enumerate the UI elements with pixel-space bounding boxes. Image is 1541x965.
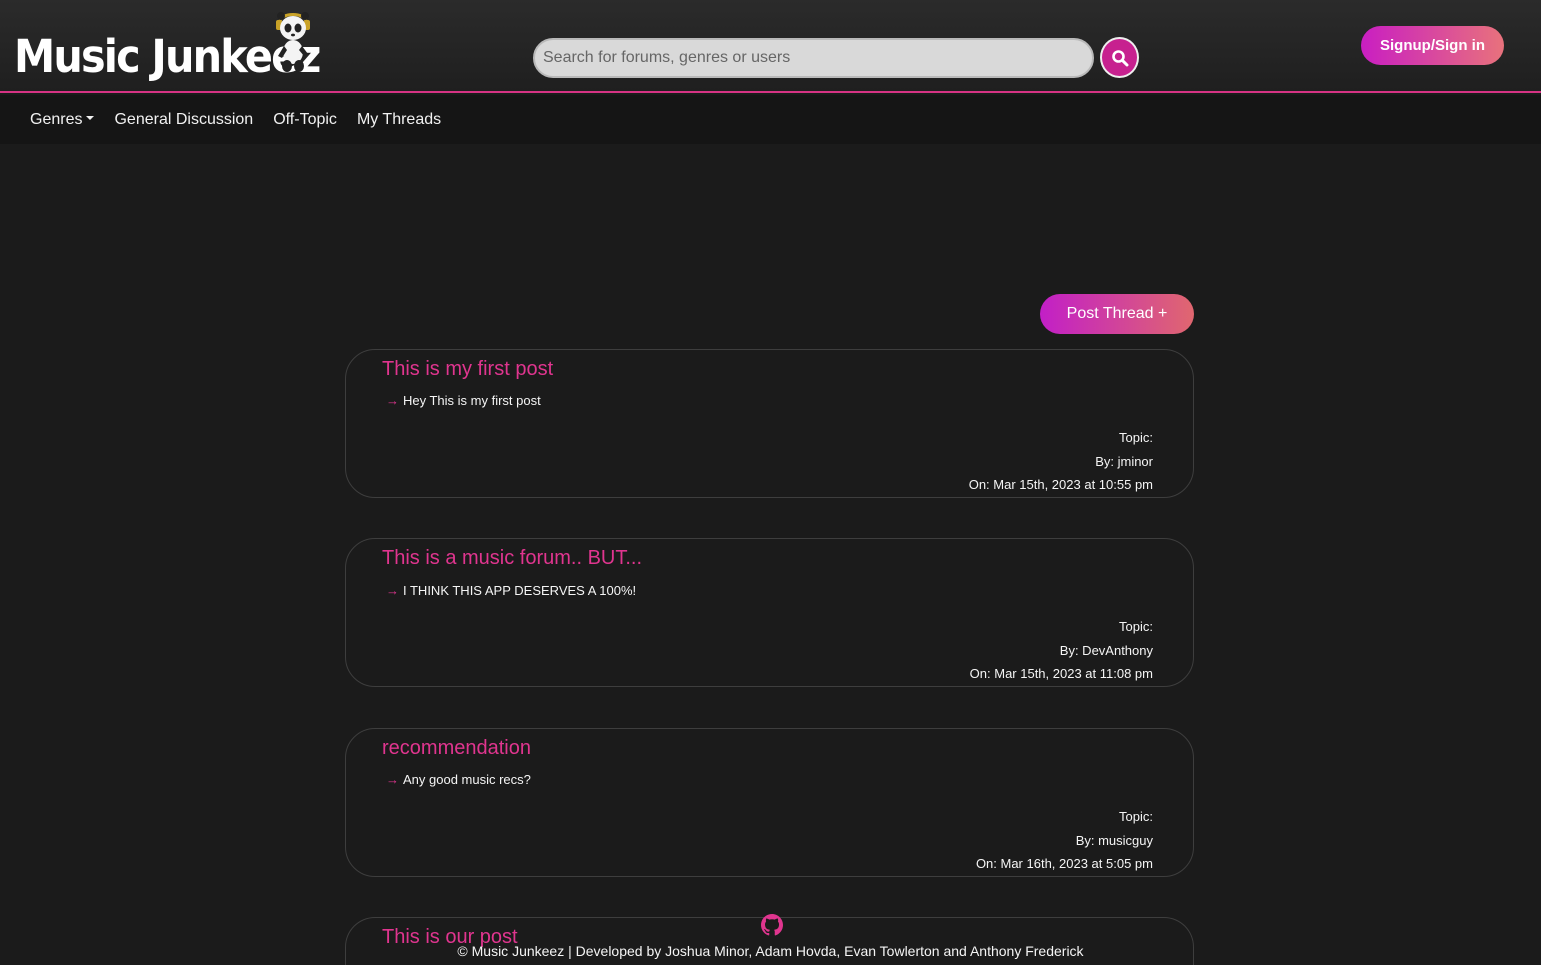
nav-off-topic[interactable]: Off-Topic — [273, 111, 337, 129]
site-header: Music Junkeez Signup/Sign in — [0, 0, 1541, 93]
thread-card[interactable]: This is a music forum.. BUT... → I THINK… — [345, 538, 1194, 687]
thread-meta: Topic: By: jminor On: Mar 15th, 2023 at … — [969, 426, 1153, 497]
arrow-right-icon: → — [386, 583, 399, 598]
arrow-right-icon: → — [386, 393, 399, 408]
thread-preview: → I THINK THIS APP DESERVES A 100%! — [386, 583, 636, 598]
thread-author: By: jminor — [1095, 453, 1153, 469]
search-icon — [1111, 49, 1128, 66]
nav-genres-label: Genres — [30, 110, 83, 128]
search-button[interactable] — [1100, 37, 1139, 78]
thread-topic: Topic: — [1119, 809, 1153, 824]
post-thread-button[interactable]: Post Thread + — [1040, 294, 1194, 334]
thread-date: On: Mar 15th, 2023 at 10:55 pm — [968, 477, 1153, 492]
thread-author: By: musicguy — [1075, 832, 1153, 848]
github-icon[interactable] — [761, 914, 783, 936]
thread-meta: Topic: By: musicguy On: Mar 16th, 2023 a… — [976, 805, 1153, 876]
thread-preview: → Hey This is my first post — [386, 393, 541, 408]
thread-card[interactable]: recommendation → Any good music recs? To… — [345, 728, 1194, 877]
thread-topic: Topic: — [1119, 430, 1153, 445]
thread-title[interactable]: This is a music forum.. BUT... — [382, 547, 642, 570]
nav-my-threads[interactable]: My Threads — [357, 111, 441, 129]
thread-date: On: Mar 15th, 2023 at 11:08 pm — [969, 666, 1153, 681]
thread-title[interactable]: recommendation — [382, 737, 531, 760]
search-bar — [533, 38, 1094, 78]
thread-meta: Topic: By: DevAnthony On: Mar 15th, 2023… — [970, 615, 1153, 686]
nav-genres-dropdown[interactable]: Genres — [30, 110, 95, 129]
site-logo[interactable]: Music Junkeez — [14, 8, 346, 88]
panda-logo-icon — [276, 12, 310, 72]
thread-card[interactable]: This is my first post → Hey This is my f… — [345, 349, 1194, 498]
thread-title[interactable]: This is my first post — [382, 358, 553, 381]
site-footer: © Music Junkeez | Developed by Joshua Mi… — [0, 914, 1541, 965]
thread-preview-text: I THINK THIS APP DESERVES A 100%! — [403, 583, 637, 598]
thread-topic: Topic: — [1119, 619, 1153, 634]
nav-general-discussion[interactable]: General Discussion — [114, 111, 253, 129]
signin-button[interactable]: Signup/Sign in — [1361, 26, 1504, 65]
arrow-right-icon: → — [386, 772, 399, 787]
thread-date: On: Mar 16th, 2023 at 5:05 pm — [975, 856, 1153, 871]
thread-author: By: DevAnthony — [1059, 642, 1153, 658]
thread-preview-text: Hey This is my first post — [403, 393, 541, 408]
main-nav: Genres General Discussion Off-Topic My T… — [0, 95, 1541, 144]
search-input[interactable] — [533, 38, 1094, 78]
caret-down-icon — [86, 115, 95, 120]
footer-credits: © Music Junkeez | Developed by Joshua Mi… — [457, 943, 1084, 959]
thread-preview-text: Any good music recs? — [403, 772, 531, 787]
thread-preview: → Any good music recs? — [386, 772, 531, 787]
